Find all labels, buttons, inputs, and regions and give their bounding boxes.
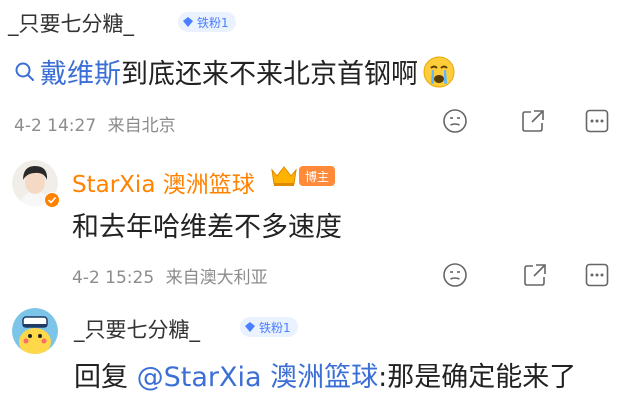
dislike-button[interactable]	[440, 260, 470, 290]
share-button[interactable]	[518, 106, 548, 136]
post-meta: 4-2 14:27 来自北京	[14, 111, 176, 136]
more-icon	[585, 263, 609, 287]
diamond-icon	[245, 322, 255, 332]
crying-face-emoji	[423, 56, 455, 87]
reply1-meta: 4-2 15:25 来自澳大利亚	[72, 263, 268, 288]
mention-link[interactable]: @StarXia 澳洲篮球	[137, 362, 379, 393]
fan-badge-label: 铁粉1	[197, 15, 229, 30]
reply2-prefix: 回复	[74, 362, 137, 393]
fan-badge[interactable]: 铁粉1	[240, 317, 298, 337]
reply1-location: 来自澳大利亚	[165, 268, 268, 288]
post-author-name[interactable]: _只要七分糖_	[8, 8, 134, 38]
share-button[interactable]	[520, 260, 550, 290]
reply1-text: 和去年哈维差不多速度	[72, 212, 342, 243]
more-button[interactable]	[582, 106, 612, 136]
reply1-author-name[interactable]: StarXia 澳洲篮球	[72, 165, 255, 199]
reply1-avatar-wrap[interactable]	[12, 160, 60, 208]
reply2-avatar-wrap[interactable]	[12, 308, 60, 356]
diamond-icon	[183, 17, 193, 27]
reply2-text: 回复 @StarXia 澳洲篮球:那是确定能来了	[74, 355, 576, 394]
crown-icon	[271, 166, 297, 186]
fan-badge-label: 铁粉1	[259, 320, 291, 335]
verified-icon	[44, 192, 60, 208]
reply2-author-name[interactable]: _只要七分糖_	[74, 314, 200, 344]
post-text-body: 到底还来不来北京首钢啊	[121, 59, 418, 90]
blogger-badge: 博主	[299, 166, 336, 186]
more-button[interactable]	[582, 260, 612, 290]
search-icon	[15, 62, 34, 81]
reply2-text-body: :那是确定能来了	[378, 362, 577, 393]
reply1-timestamp: 4-2 15:25	[72, 268, 155, 288]
avatar	[12, 308, 58, 354]
post-timestamp: 4-2 14:27	[14, 116, 97, 136]
neutral-face-icon	[443, 263, 467, 287]
fan-badge[interactable]: 铁粉1	[178, 12, 236, 32]
share-icon	[522, 110, 544, 132]
dislike-button[interactable]	[440, 106, 470, 136]
post-text: 戴维斯 到底还来不来北京首钢啊	[14, 52, 456, 91]
more-icon	[585, 109, 609, 133]
topic-link[interactable]: 戴维斯	[40, 52, 121, 91]
neutral-face-icon	[443, 109, 467, 133]
post-location: 来自北京	[107, 116, 176, 136]
share-icon	[524, 264, 546, 286]
